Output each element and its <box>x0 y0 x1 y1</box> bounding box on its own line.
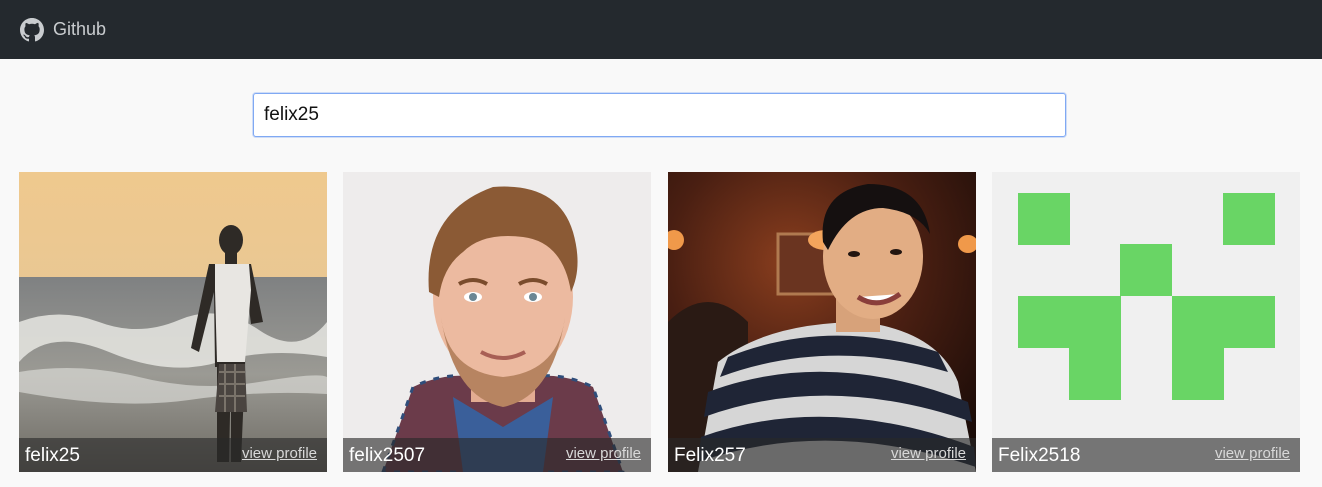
username-label: felix25 <box>25 445 80 466</box>
card-caption: felix25 view profile <box>19 438 327 472</box>
user-card: Felix2518 view profile <box>992 172 1300 472</box>
card-caption: Felix257 view profile <box>668 438 976 472</box>
card-caption: felix2507 view profile <box>343 438 651 472</box>
view-profile-link[interactable]: view profile <box>566 445 641 462</box>
brand-label: Github <box>53 19 107 39</box>
brand-link[interactable]: Github <box>20 17 107 42</box>
avatar-image <box>668 172 976 472</box>
view-profile-link[interactable]: view profile <box>1215 445 1290 462</box>
view-profile-link[interactable]: view profile <box>242 445 317 462</box>
card-caption: Felix2518 view profile <box>992 438 1300 472</box>
username-search-input[interactable] <box>253 93 1066 137</box>
top-navbar: Github <box>0 0 1322 59</box>
username-label: felix2507 <box>349 445 426 466</box>
username-label: Felix2518 <box>998 445 1081 466</box>
avatar-image <box>343 172 651 472</box>
user-card: felix2507 view profile <box>343 172 651 472</box>
user-card: Felix257 view profile <box>668 172 976 472</box>
avatar-image <box>19 172 327 472</box>
identicon-image <box>992 172 1300 472</box>
username-label: Felix257 <box>674 445 746 466</box>
search-container <box>253 93 1066 137</box>
user-card: felix25 view profile <box>19 172 327 472</box>
view-profile-link[interactable]: view profile <box>891 445 966 462</box>
results-grid: felix25 view profile felix2507 view prof… <box>0 172 1322 472</box>
github-icon <box>20 17 44 42</box>
